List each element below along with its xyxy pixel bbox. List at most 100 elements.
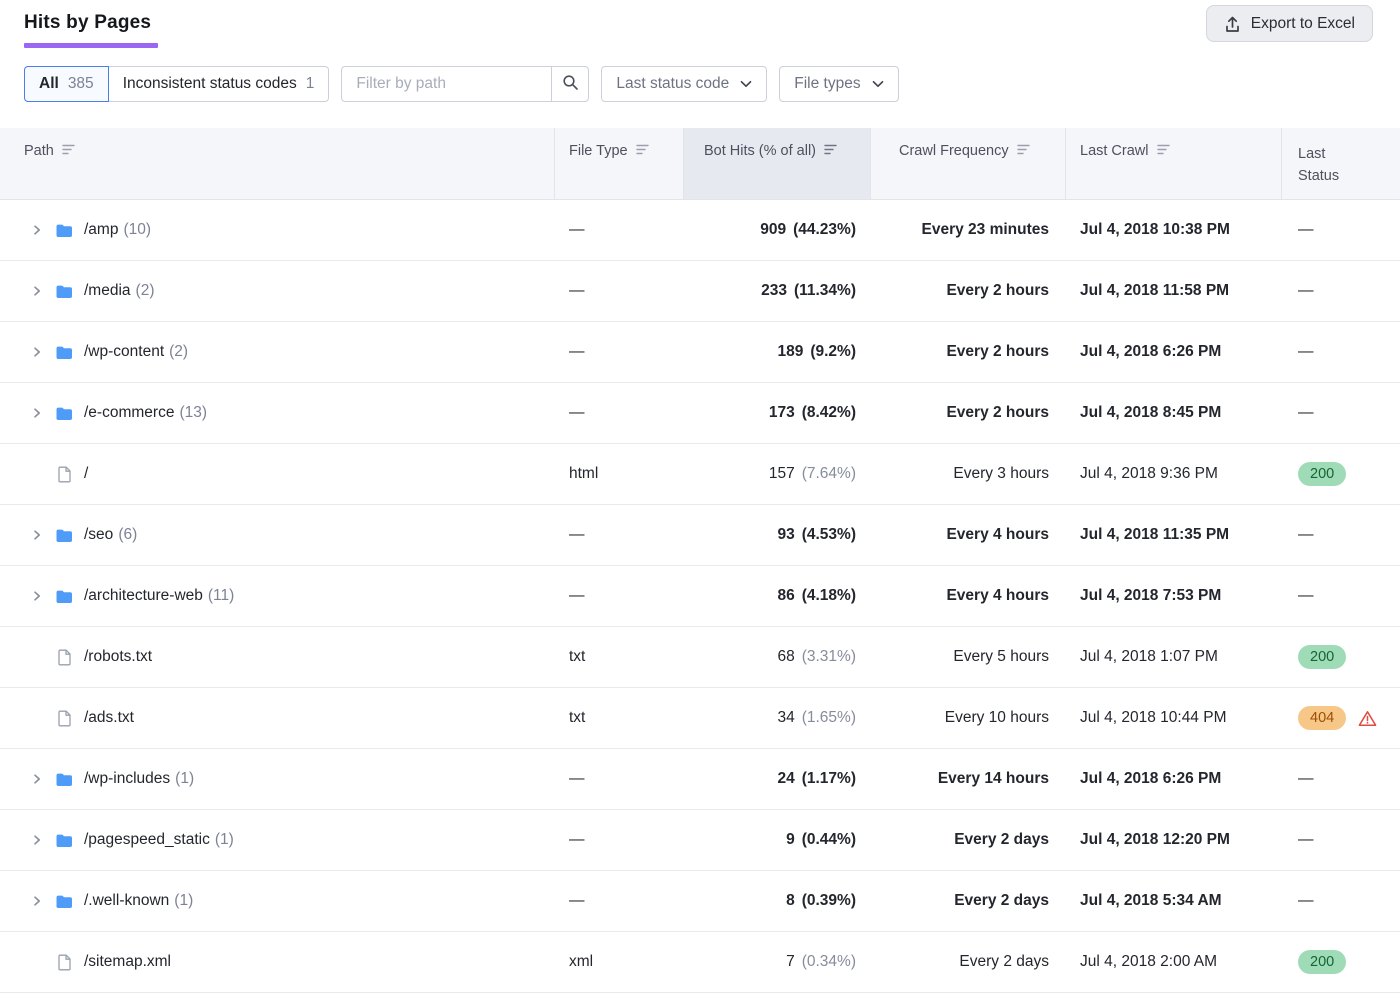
path-label: /ads.txt [84, 709, 134, 726]
crawl-frequency-cell: Every 5 hours [871, 648, 1066, 666]
path-label: /sitemap.xml [84, 953, 171, 970]
path-count: (1) [215, 831, 234, 848]
table-row[interactable]: /wp-includes(1)—24(1.17%)Every 14 hoursJ… [0, 749, 1400, 810]
last-crawl-cell: Jul 4, 2018 6:26 PM [1066, 770, 1282, 788]
column-header-bot-hits[interactable]: Bot Hits (% of all) [684, 128, 871, 199]
file-type-cell: — [555, 892, 684, 910]
path-count: (2) [136, 282, 155, 299]
table-row: /robots.txttxt68(3.31%)Every 5 hoursJul … [0, 627, 1400, 688]
expand-chevron-icon[interactable] [30, 589, 44, 603]
path-cell: /ads.txt [0, 709, 555, 727]
search-button[interactable] [551, 66, 589, 102]
path-cell: /media(2) [0, 282, 555, 300]
last-status-cell: — [1282, 526, 1400, 544]
last-crawl-cell: Jul 4, 2018 11:58 PM [1066, 282, 1282, 300]
folder-icon [55, 589, 73, 604]
last-crawl-cell: Jul 4, 2018 1:07 PM [1066, 648, 1282, 666]
table-row[interactable]: /architecture-web(11)—86(4.18%)Every 4 h… [0, 566, 1400, 627]
crawl-frequency-cell: Every 2 hours [871, 343, 1066, 361]
file-type-cell: — [555, 282, 684, 300]
crawl-frequency-cell: Every 4 hours [871, 526, 1066, 544]
expand-chevron-icon[interactable] [30, 223, 44, 237]
path-count: (2) [169, 343, 188, 360]
status-dash: — [1298, 404, 1314, 422]
file-type-cell: — [555, 770, 684, 788]
status-dash: — [1298, 770, 1314, 788]
folder-icon [55, 345, 73, 360]
file-type-cell: html [555, 465, 684, 483]
folder-icon [55, 894, 73, 909]
expand-chevron-icon[interactable] [30, 833, 44, 847]
last-status-cell: — [1282, 770, 1400, 788]
expand-chevron-icon[interactable] [30, 528, 44, 542]
table-row[interactable]: /media(2)—233(11.34%)Every 2 hoursJul 4,… [0, 261, 1400, 322]
folder-icon [55, 406, 73, 421]
chevron-down-icon [740, 75, 752, 93]
last-status-cell: 200 [1282, 645, 1400, 669]
status-dash: — [1298, 587, 1314, 605]
path-cell: /seo(6) [0, 526, 555, 544]
last-crawl-cell: Jul 4, 2018 12:20 PM [1066, 831, 1282, 849]
status-dash: — [1298, 282, 1314, 300]
chevron-spacer [30, 650, 44, 664]
tab-inconsistent-status-codes[interactable]: Inconsistent status codes 1 [109, 66, 330, 102]
path-count: (11) [208, 587, 234, 604]
column-header-path[interactable]: Path [0, 128, 555, 199]
last-status-cell: — [1282, 282, 1400, 300]
path-cell: /sitemap.xml [0, 953, 555, 971]
path-cell: / [0, 465, 555, 483]
column-header-last-crawl[interactable]: Last Crawl [1066, 128, 1282, 199]
expand-chevron-icon[interactable] [30, 345, 44, 359]
table-row: /ads.txttxt34(1.65%)Every 10 hoursJul 4,… [0, 688, 1400, 749]
expand-chevron-icon[interactable] [30, 894, 44, 908]
path-filter-input[interactable] [341, 66, 551, 102]
table-row[interactable]: /pagespeed_static(1)—9(0.44%)Every 2 day… [0, 810, 1400, 871]
path-cell: /robots.txt [0, 648, 555, 666]
table-row[interactable]: /amp(10)—909(44.23%)Every 23 minutesJul … [0, 200, 1400, 261]
sort-icon [62, 143, 75, 159]
expand-chevron-icon[interactable] [30, 772, 44, 786]
export-to-excel-button[interactable]: Export to Excel [1206, 5, 1373, 42]
path-label: / [84, 465, 88, 482]
bot-hits-cell: 8(0.39%) [684, 892, 871, 910]
file-icon [55, 710, 73, 727]
expand-chevron-icon[interactable] [30, 284, 44, 298]
path-count: (1) [175, 770, 194, 787]
status-badge: 200 [1298, 950, 1346, 974]
search-icon [562, 74, 579, 94]
table-row[interactable]: /wp-content(2)—189(9.2%)Every 2 hoursJul… [0, 322, 1400, 383]
last-status-cell: — [1282, 831, 1400, 849]
last-crawl-cell: Jul 4, 2018 10:44 PM [1066, 709, 1282, 727]
folder-icon [55, 772, 73, 787]
table-row: /sitemap.xmlxml7(0.34%)Every 2 daysJul 4… [0, 932, 1400, 993]
column-header-crawl-frequency[interactable]: Crawl Frequency [871, 128, 1066, 199]
file-icon [55, 954, 73, 971]
bot-hits-cell: 233(11.34%) [684, 282, 871, 300]
sort-icon [636, 143, 649, 159]
column-header-file-type[interactable]: File Type [555, 128, 684, 199]
table-row[interactable]: /e-commerce(13)—173(8.42%)Every 2 hoursJ… [0, 383, 1400, 444]
table-row: /html157(7.64%)Every 3 hoursJul 4, 2018 … [0, 444, 1400, 505]
last-status-code-dropdown-label: Last status code [616, 75, 729, 93]
crawl-frequency-cell: Every 14 hours [871, 770, 1066, 788]
table-header-row: Path File Type Bot Hits (% of all) Crawl… [0, 128, 1400, 200]
warning-icon [1358, 710, 1377, 727]
expand-chevron-icon[interactable] [30, 406, 44, 420]
folder-icon [55, 284, 73, 299]
file-type-cell: — [555, 404, 684, 422]
column-header-last-status: Last Status [1282, 128, 1400, 199]
last-crawl-cell: Jul 4, 2018 8:45 PM [1066, 404, 1282, 422]
sort-icon [1157, 143, 1170, 159]
table-row[interactable]: /.well-known(1)—8(0.39%)Every 2 daysJul … [0, 871, 1400, 932]
path-label: /.well-known [84, 892, 169, 909]
path-label: /pagespeed_static [84, 831, 210, 848]
tab-all-label: All [39, 75, 59, 93]
path-cell: /amp(10) [0, 221, 555, 239]
path-count: (1) [174, 892, 193, 909]
file-types-dropdown[interactable]: File types [779, 66, 898, 102]
last-status-code-dropdown[interactable]: Last status code [601, 66, 767, 102]
table-row[interactable]: /seo(6)—93(4.53%)Every 4 hoursJul 4, 201… [0, 505, 1400, 566]
tab-all[interactable]: All 385 [24, 66, 109, 102]
top-bar: Hits by Pages Export to Excel [0, 0, 1400, 66]
tab-inconsistent-count: 1 [306, 75, 315, 93]
